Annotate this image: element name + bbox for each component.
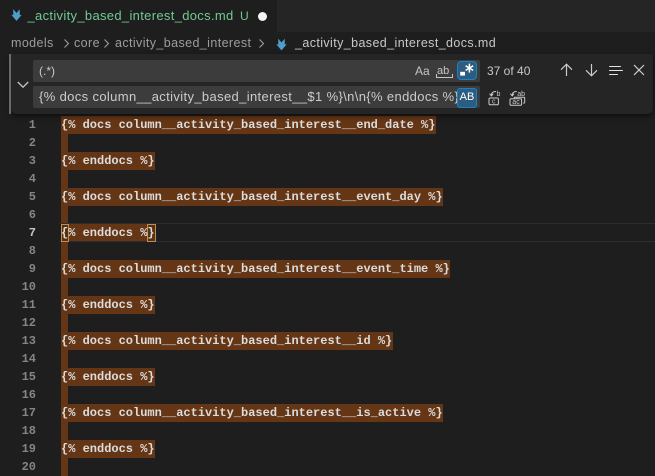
svg-text:b: b bbox=[497, 91, 501, 98]
svg-text:c: c bbox=[492, 99, 496, 106]
svg-text:ac: ac bbox=[512, 99, 520, 106]
svg-text:ab: ab bbox=[517, 91, 525, 98]
